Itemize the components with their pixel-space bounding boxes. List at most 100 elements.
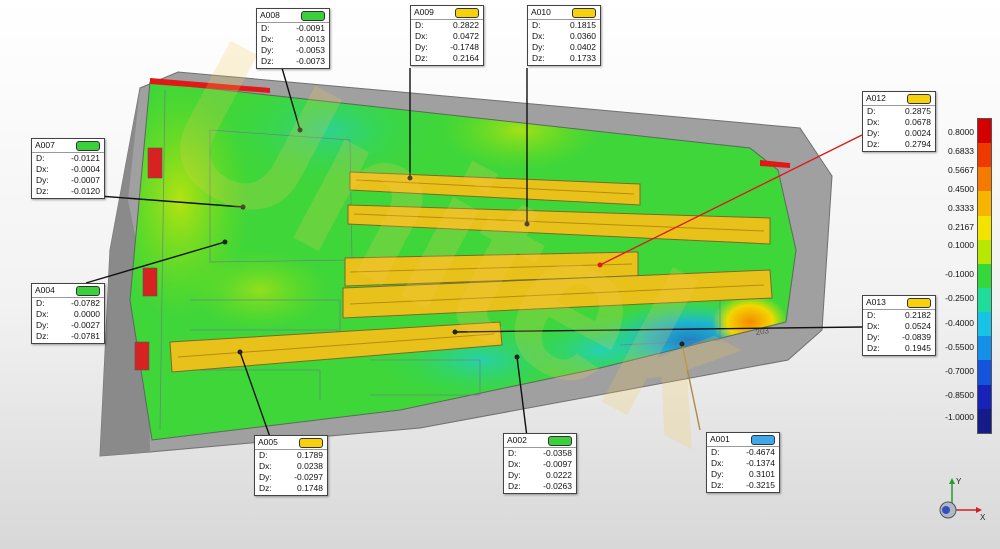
callout-header: A013 [863,296,935,310]
row-key: Dy: [36,175,49,185]
callout-header: A007 [32,139,104,153]
row-value: 0.0024 [905,128,931,138]
callout-id: A012 [866,93,886,103]
row-key: D: [867,310,876,320]
callout-row-dz: Dz: 0.2164 [411,53,483,64]
callout-row-dy: Dy: 0.3101 [707,469,779,480]
row-key: Dx: [508,459,521,469]
callout-id: A009 [414,7,434,17]
legend-tick-label: -0.4000 [945,318,974,328]
legend-tick-label: -0.1000 [945,269,974,279]
callout-row-d: D: 0.2875 [863,106,935,117]
row-key: Dz: [711,480,724,490]
color-legend-bar [977,118,992,434]
callout-a001[interactable]: A001 D: -0.4674 Dx: -0.1374 Dy: 0.3101 Dz: -0.32… [706,432,780,493]
legend-swatch [978,263,991,288]
callout-row-dx: Dx: 0.0360 [528,31,600,42]
callout-row-d: D: -0.4674 [707,447,779,458]
callout-row-d: D: 0.1815 [528,20,600,31]
row-key: Dx: [867,117,880,127]
callout-row-dx: Dx: 0.0000 [32,309,104,320]
callout-header: A001 [707,433,779,447]
callout-id: A004 [35,285,55,295]
row-key: Dy: [867,332,880,342]
deviation-color-chip [76,141,100,151]
row-key: Dy: [36,320,49,330]
row-value: -0.3215 [746,480,775,490]
row-value: -0.1748 [450,42,479,52]
callout-a009[interactable]: A009 D: 0.2822 Dx: 0.0472 Dy: -0.1748 Dz: 0.2164 [410,5,484,66]
callout-row-dy: Dy: 0.0222 [504,470,576,481]
callout-id: A010 [531,7,551,17]
callout-row-dx: Dx: -0.0004 [32,164,104,175]
callout-row-dz: Dz: -0.0781 [32,331,104,342]
row-value: 0.1748 [297,483,323,493]
row-value: 0.2164 [453,53,479,63]
callout-a007[interactable]: A007 D: -0.0121 Dx: -0.0004 Dy: -0.0007 Dz: -0.0… [31,138,105,199]
legend-tick-label: 0.1000 [948,240,974,250]
color-map-canvas[interactable]: 203 [0,0,1000,549]
callout-row-dy: Dy: 0.0402 [528,42,600,53]
row-value: 0.0360 [570,31,596,41]
callout-row-dz: Dz: 0.1748 [255,483,327,494]
legend-tick-label: -0.8500 [945,390,974,400]
legend-swatch [978,167,991,192]
callout-row-dy: Dy: -0.0007 [32,175,104,186]
row-key: Dz: [261,56,274,66]
callout-row-dz: Dz: 0.2794 [863,139,935,150]
callout-a002[interactable]: A002 D: -0.0358 Dx: -0.0097 Dy: 0.0222 Dz: -0.02… [503,433,577,494]
callout-row-dy: Dy: -0.1748 [411,42,483,53]
deviation-color-chip [751,435,775,445]
callout-a012[interactable]: A012 D: 0.2875 Dx: 0.0678 Dy: 0.0024 Dz: 0.2794 [862,91,936,152]
legend-swatch [978,191,991,216]
legend-tick-label: 0.3333 [948,203,974,213]
row-value: 0.0000 [74,309,100,319]
row-value: 0.2182 [905,310,931,320]
axis-triad-icon[interactable]: Y X [930,476,990,536]
scan-viewport[interactable]: 203 Unitek A008 D: -0.0091 Dx: -0.0013 D… [0,0,1000,549]
callout-row-d: D: -0.0358 [504,448,576,459]
callout-a008[interactable]: A008 D: -0.0091 Dx: -0.0013 Dy: -0.0053 Dz: -0.0… [256,8,330,69]
row-key: Dy: [415,42,428,52]
callout-row-dy: Dy: -0.0027 [32,320,104,331]
callout-row-d: D: 0.1789 [255,450,327,461]
row-key: D: [508,448,517,458]
callout-row-dx: Dx: 0.0472 [411,31,483,42]
callout-row-dx: Dx: 0.0678 [863,117,935,128]
callout-row-dz: Dz: -0.0120 [32,186,104,197]
legend-tick-label: -0.2500 [945,293,974,303]
callout-row-d: D: 0.2182 [863,310,935,321]
legend-tick-label: 0.4500 [948,184,974,194]
callout-row-dx: Dx: -0.0097 [504,459,576,470]
deviation-color-chip [299,438,323,448]
callout-header: A005 [255,436,327,450]
row-key: D: [259,450,268,460]
callout-row-dy: Dy: -0.0839 [863,332,935,343]
deviation-color-chip [76,286,100,296]
callout-a004[interactable]: A004 D: -0.0782 Dx: 0.0000 Dy: -0.0027 Dz: -0.07… [31,283,105,344]
callout-row-dy: Dy: 0.0024 [863,128,935,139]
callout-a005[interactable]: A005 D: 0.1789 Dx: 0.0238 Dy: -0.0297 Dz: 0.1748 [254,435,328,496]
callout-row-dz: Dz: -0.3215 [707,480,779,491]
callout-a010[interactable]: A010 D: 0.1815 Dx: 0.0360 Dy: 0.0402 Dz: 0.1733 [527,5,601,66]
row-key: Dx: [36,164,49,174]
row-value: -0.0007 [71,175,100,185]
callout-id: A005 [258,437,278,447]
row-key: Dy: [259,472,272,482]
legend-tick-label: -0.5500 [945,342,974,352]
callout-header: A012 [863,92,935,106]
row-value: 0.0472 [453,31,479,41]
row-key: Dy: [532,42,545,52]
callout-a013[interactable]: A013 D: 0.2182 Dx: 0.0524 Dy: -0.0839 Dz: 0.1945 [862,295,936,356]
callout-row-dz: Dz: 0.1945 [863,343,935,354]
legend-swatch [978,119,991,144]
row-key: Dx: [867,321,880,331]
deviation-color-chip [548,436,572,446]
row-value: 0.0524 [905,321,931,331]
row-value: 0.3101 [749,469,775,479]
deviation-color-chip [907,298,931,308]
row-value: -0.0091 [296,23,325,33]
callout-id: A008 [260,10,280,20]
callout-id: A002 [507,435,527,445]
row-value: 0.2794 [905,139,931,149]
